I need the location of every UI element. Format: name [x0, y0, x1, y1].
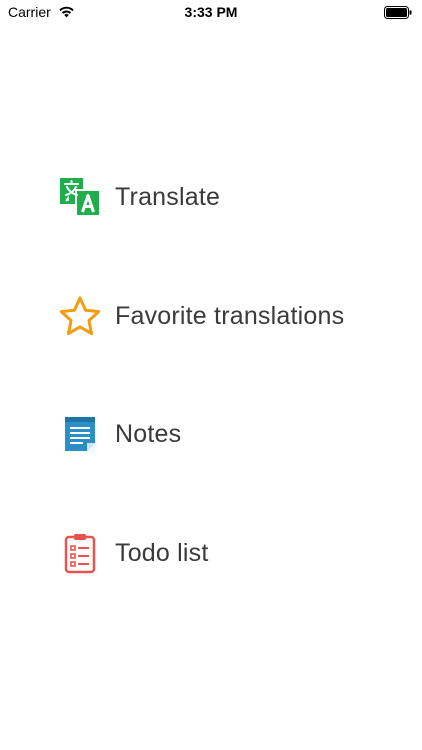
clipboard-checklist-icon	[58, 531, 102, 575]
menu-item-label: Translate	[115, 182, 221, 211]
clock-time: 3:33 PM	[184, 4, 238, 20]
star-outline-icon	[58, 294, 102, 338]
translate-icon	[58, 175, 102, 219]
menu-item-label: Notes	[115, 419, 182, 448]
notes-icon	[58, 412, 102, 456]
menu-item-label: Todo list	[115, 538, 209, 567]
menu-item-favorite-translations[interactable]: Favorite translations	[58, 294, 344, 338]
battery-full-icon	[384, 6, 412, 24]
status-bar: Carrier 3:33 PM	[0, 0, 422, 24]
menu-item-translate[interactable]: Translate	[58, 175, 220, 219]
menu-item-label: Favorite translations	[115, 301, 345, 330]
menu-item-todo-list[interactable]: Todo list	[58, 531, 209, 575]
menu-item-notes[interactable]: Notes	[58, 412, 181, 456]
